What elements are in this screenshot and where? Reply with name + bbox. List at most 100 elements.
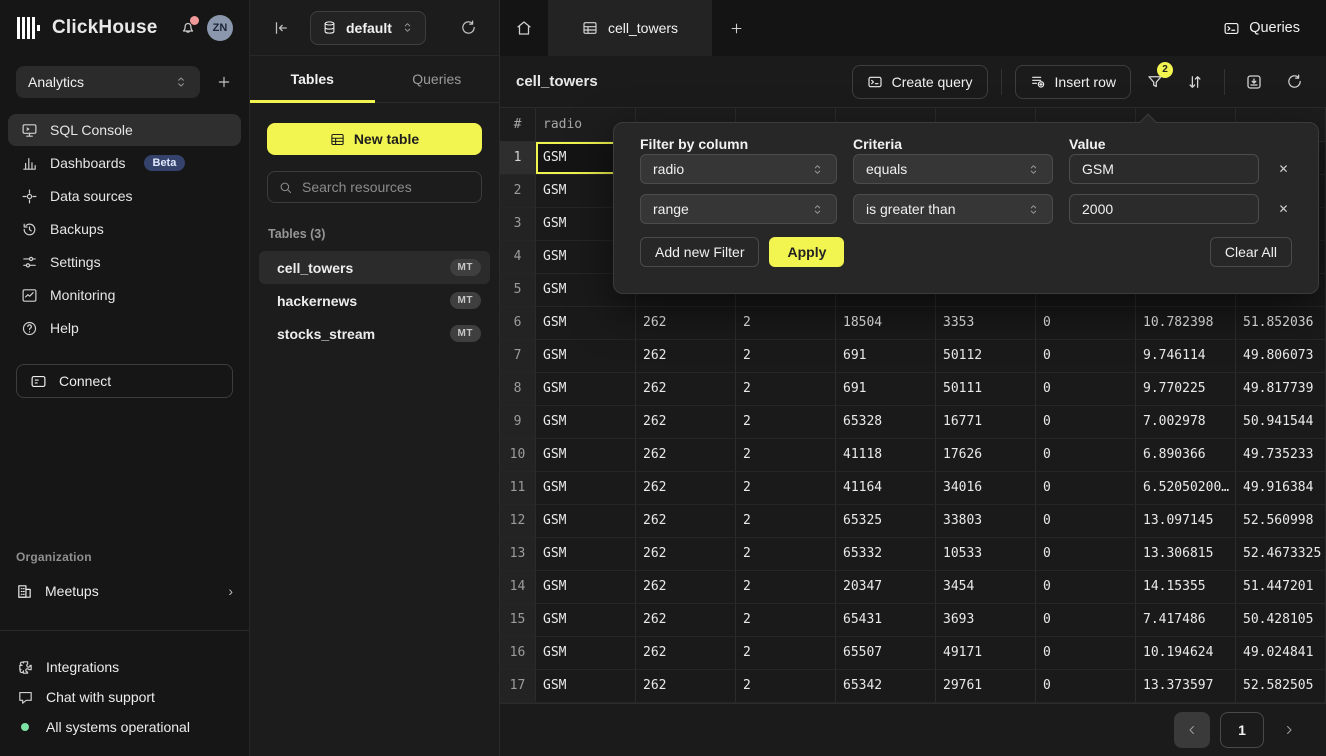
table-cell[interactable]: 691 — [836, 373, 936, 406]
connect-button[interactable]: Connect — [16, 364, 233, 398]
clear-all-filters-button[interactable]: Clear All — [1210, 237, 1292, 267]
table-cell[interactable]: 9.770225 — [1136, 373, 1236, 406]
table-cell[interactable]: GSM — [536, 439, 636, 472]
table-cell[interactable]: GSM — [536, 670, 636, 703]
table-cell[interactable]: 49171 — [936, 637, 1036, 670]
filter-button[interactable]: 2 — [1139, 65, 1171, 99]
row-number[interactable]: 15 — [500, 604, 536, 637]
tab-cell-towers[interactable]: cell_towers — [548, 0, 712, 56]
table-cell[interactable]: 65325 — [836, 505, 936, 538]
row-number[interactable]: 2 — [500, 175, 536, 208]
table-cell[interactable]: 6.890366 — [1136, 439, 1236, 472]
table-cell[interactable]: 33803 — [936, 505, 1036, 538]
sidebar-item-integrations[interactable]: Integrations — [16, 652, 233, 682]
sidebar-item-data-sources[interactable]: Data sources — [8, 180, 241, 212]
table-cell[interactable]: 52.560998 — [1236, 505, 1326, 538]
table-cell[interactable]: 0 — [1036, 439, 1136, 472]
table-cell[interactable]: 0 — [1036, 505, 1136, 538]
sort-button[interactable] — [1179, 65, 1211, 99]
apply-filters-button[interactable]: Apply — [769, 237, 844, 267]
search-resources-input[interactable]: Search resources — [267, 171, 482, 203]
sidebar-item-monitoring[interactable]: Monitoring — [8, 279, 241, 311]
table-cell[interactable]: 2 — [736, 538, 836, 571]
workspace-select[interactable]: Analytics — [16, 66, 200, 98]
table-cell[interactable]: GSM — [536, 373, 636, 406]
table-cell[interactable]: GSM — [536, 307, 636, 340]
table-cell[interactable]: 50.428105 — [1236, 604, 1326, 637]
table-cell[interactable]: 2 — [736, 439, 836, 472]
row-number[interactable]: 4 — [500, 241, 536, 274]
collapse-panel-button[interactable] — [272, 19, 290, 37]
previous-page-button[interactable] — [1174, 712, 1210, 748]
next-page-button[interactable] — [1274, 712, 1304, 748]
table-cell[interactable]: 52.582505 — [1236, 670, 1326, 703]
refresh-tables-button[interactable] — [460, 19, 477, 36]
table-list-item-hackernews[interactable]: hackernewsMT — [259, 284, 490, 317]
table-cell[interactable]: 13.306815 — [1136, 538, 1236, 571]
table-cell[interactable]: 0 — [1036, 472, 1136, 505]
table-cell[interactable]: 0 — [1036, 571, 1136, 604]
table-cell[interactable]: 7.417486 — [1136, 604, 1236, 637]
table-cell[interactable]: 49.735233 — [1236, 439, 1326, 472]
sidebar-item-settings[interactable]: Settings — [8, 246, 241, 278]
new-table-button[interactable]: New table — [267, 123, 482, 155]
tab-queries[interactable]: Queries — [375, 56, 500, 102]
table-cell[interactable]: 0 — [1036, 406, 1136, 439]
table-cell[interactable]: 0 — [1036, 373, 1136, 406]
table-cell[interactable]: 0 — [1036, 637, 1136, 670]
sidebar-item-help[interactable]: Help — [8, 312, 241, 344]
user-avatar[interactable]: ZN — [207, 15, 233, 41]
sidebar-item-sql-console[interactable]: SQL Console — [8, 114, 241, 146]
table-cell[interactable]: 6.52050200… — [1136, 472, 1236, 505]
tab-tables[interactable]: Tables — [250, 56, 375, 102]
home-tab-button[interactable] — [500, 19, 548, 37]
download-button[interactable] — [1238, 65, 1270, 99]
row-number[interactable]: 8 — [500, 373, 536, 406]
table-cell[interactable]: GSM — [536, 604, 636, 637]
row-number[interactable]: 9 — [500, 406, 536, 439]
table-cell[interactable]: 262 — [636, 373, 736, 406]
table-cell[interactable]: 0 — [1036, 670, 1136, 703]
table-cell[interactable]: 3693 — [936, 604, 1036, 637]
table-cell[interactable]: 2 — [736, 505, 836, 538]
filter-column-select-1[interactable]: radio — [640, 154, 837, 184]
table-cell[interactable]: 50.941544 — [1236, 406, 1326, 439]
table-cell[interactable]: GSM — [536, 406, 636, 439]
table-cell[interactable]: 262 — [636, 604, 736, 637]
add-workspace-button[interactable] — [216, 74, 232, 90]
table-cell[interactable]: 2 — [736, 373, 836, 406]
table-cell[interactable]: 16771 — [936, 406, 1036, 439]
notifications-bell-icon[interactable] — [179, 19, 197, 37]
table-cell[interactable]: 50112 — [936, 340, 1036, 373]
database-select[interactable]: default — [310, 11, 426, 45]
table-cell[interactable]: 52.4673325 — [1236, 538, 1326, 571]
table-cell[interactable]: 10533 — [936, 538, 1036, 571]
table-cell[interactable]: 9.746114 — [1136, 340, 1236, 373]
table-cell[interactable]: GSM — [536, 637, 636, 670]
row-number[interactable]: 1 — [500, 142, 536, 175]
table-cell[interactable]: 0 — [1036, 307, 1136, 340]
table-cell[interactable]: 17626 — [936, 439, 1036, 472]
remove-filter-button-1[interactable]: ✕ — [1275, 162, 1292, 176]
table-cell[interactable]: 49.916384 — [1236, 472, 1326, 505]
table-cell[interactable]: 2 — [736, 670, 836, 703]
row-number[interactable]: 16 — [500, 637, 536, 670]
table-cell[interactable]: 41164 — [836, 472, 936, 505]
filter-value-input-1[interactable]: GSM — [1069, 154, 1259, 184]
refresh-button[interactable] — [1278, 65, 1310, 99]
row-number[interactable]: 6 — [500, 307, 536, 340]
table-cell[interactable]: 262 — [636, 571, 736, 604]
table-cell[interactable]: GSM — [536, 472, 636, 505]
table-cell[interactable]: 29761 — [936, 670, 1036, 703]
table-cell[interactable]: 65431 — [836, 604, 936, 637]
table-list-item-cell_towers[interactable]: cell_towersMT — [259, 251, 490, 284]
table-cell[interactable]: 262 — [636, 472, 736, 505]
table-cell[interactable]: 50111 — [936, 373, 1036, 406]
remove-filter-button-2[interactable]: ✕ — [1275, 202, 1292, 216]
table-cell[interactable]: 7.002978 — [1136, 406, 1236, 439]
table-cell[interactable]: 41118 — [836, 439, 936, 472]
table-cell[interactable]: 3454 — [936, 571, 1036, 604]
table-cell[interactable]: 262 — [636, 538, 736, 571]
table-cell[interactable]: 51.852036 — [1236, 307, 1326, 340]
table-cell[interactable]: 10.782398 — [1136, 307, 1236, 340]
